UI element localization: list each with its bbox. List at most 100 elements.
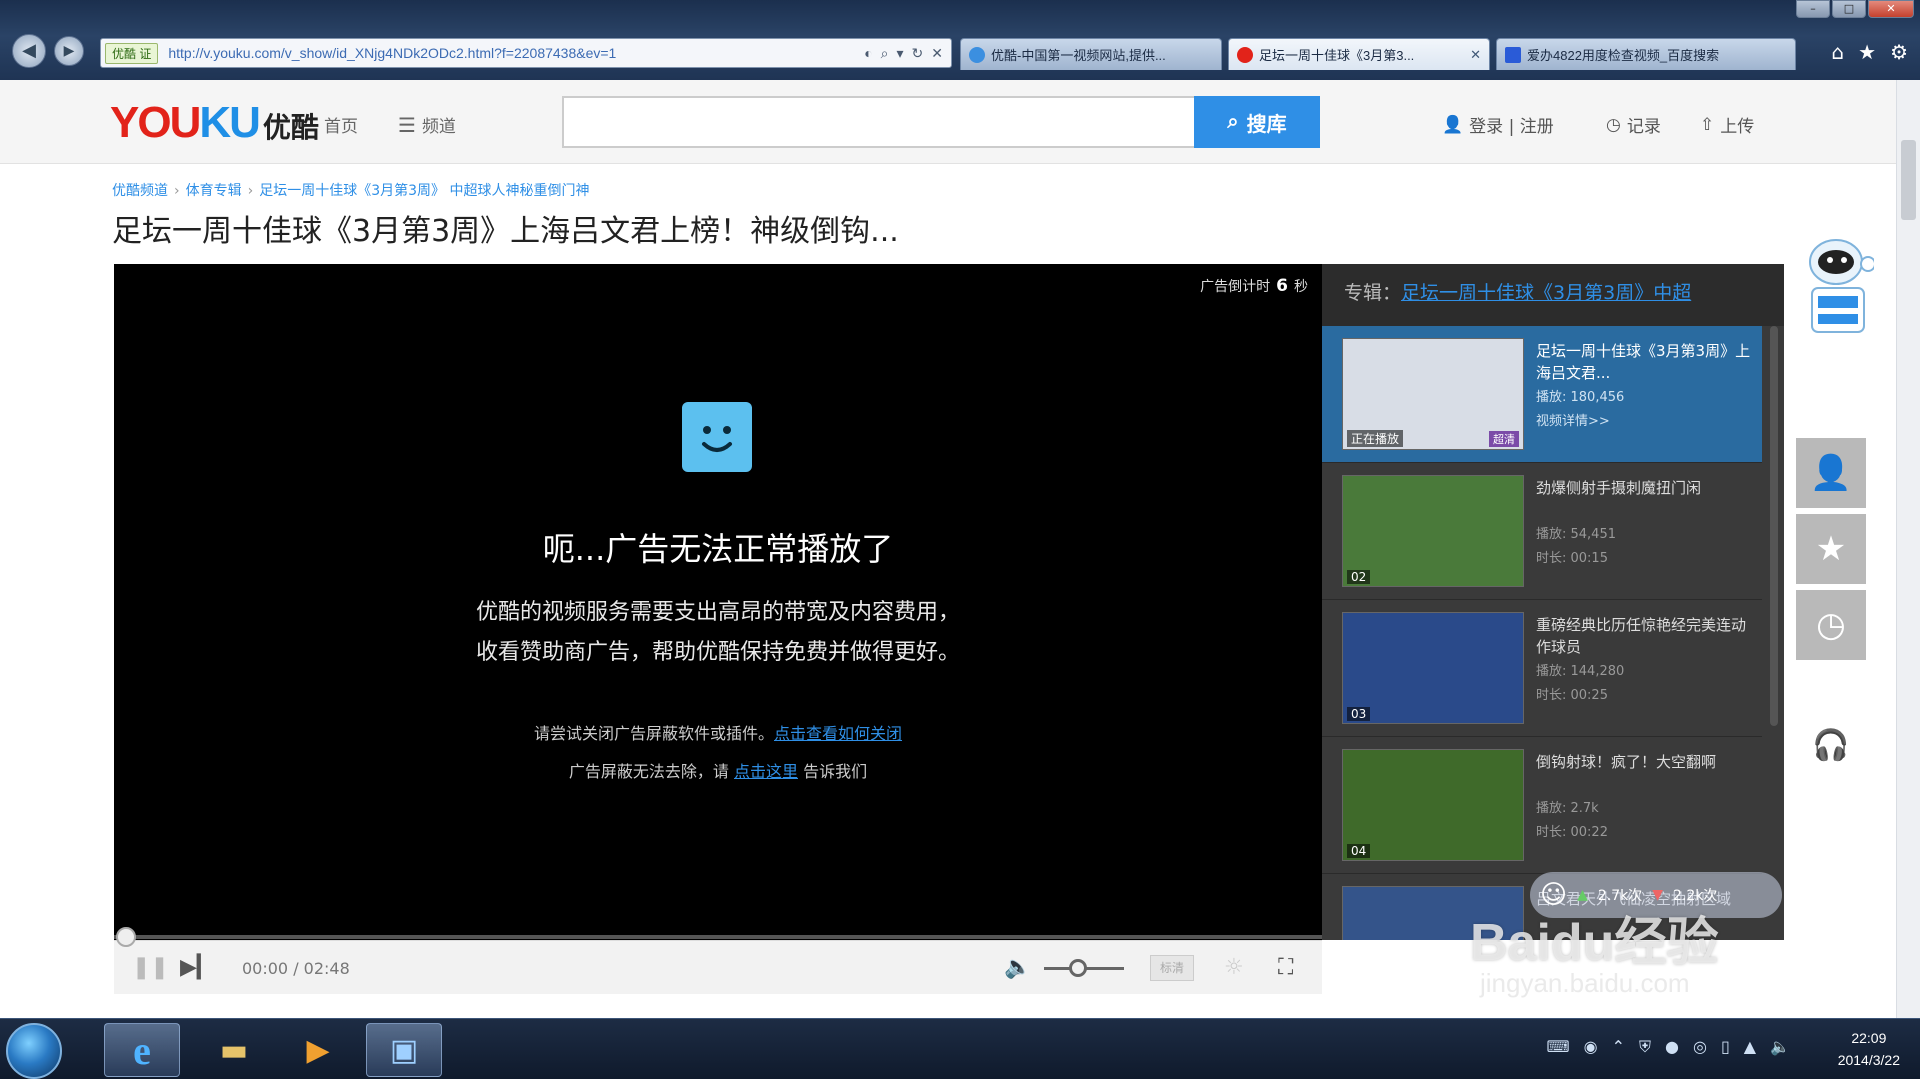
headset-icon[interactable]: 🎧 — [1812, 728, 1849, 763]
video-thumbnail[interactable]: 正在播放 超清 — [1342, 338, 1524, 450]
page-scroll-thumb[interactable] — [1901, 140, 1916, 220]
shield-icon[interactable]: ⛨ — [1639, 1037, 1651, 1057]
playlist-item-number: 02 — [1347, 570, 1371, 584]
nav-home-link[interactable]: 首页 — [324, 112, 358, 137]
tab-youku-home[interactable]: 优酷-中国第一视频网站,提供... — [960, 38, 1222, 70]
playlist-item-number: 正在播放 — [1347, 430, 1404, 447]
quality-button[interactable]: 标清 — [1150, 955, 1194, 981]
youku-logo[interactable]: YOU KU 优酷 — [110, 98, 319, 148]
watermark-sub: jingyan.baidu.com — [1480, 968, 1690, 998]
hint-2-text: 广告屏蔽无法去除，请 — [568, 762, 729, 781]
favorites-icon[interactable]: ★ — [1858, 40, 1876, 64]
nav-channels[interactable]: ☰ 频道 — [398, 112, 456, 138]
volume-slider[interactable] — [1044, 959, 1124, 977]
settings-icon[interactable]: ⚙ — [1890, 40, 1908, 64]
error-body-line-1: 优酷的视频服务需要支出高昂的带宽及内容费用， — [475, 600, 960, 625]
playlist-item-title[interactable]: 重磅经典比历任惊艳经完美连动作球员 — [1536, 614, 1756, 658]
security-badge: 优酷 证 — [105, 42, 159, 64]
ad-countdown-value: 6 — [1276, 276, 1288, 296]
ie-taskbar-icon[interactable]: e — [104, 1023, 180, 1077]
progress-knob[interactable] — [116, 927, 136, 947]
explorer-taskbar-icon[interactable]: ▬ — [196, 1023, 272, 1077]
app-tray-icon[interactable]: ◎ — [1693, 1037, 1707, 1057]
forward-button[interactable]: ▶ — [54, 36, 84, 66]
volume-icon[interactable]: 🔈 — [1004, 955, 1031, 980]
start-button[interactable] — [6, 1023, 62, 1079]
refresh-icon[interactable]: ↻ — [912, 45, 924, 62]
compat-icon[interactable]: ◐ — [864, 45, 872, 62]
nav-channels-label: 频道 — [421, 117, 456, 137]
device-icon[interactable]: ▯ — [1721, 1037, 1730, 1057]
progress-bar[interactable] — [114, 927, 1322, 947]
ad-countdown-label: 广告倒计时 — [1200, 279, 1271, 295]
close-tab-icon[interactable]: ✕ — [1462, 47, 1481, 63]
report-link[interactable]: 点击这里 — [734, 762, 798, 781]
history-clock-icon[interactable]: ◷ — [1796, 590, 1866, 660]
playlist-item[interactable]: 03 重磅经典比历任惊艳经完美连动作球员 播放: 144,280 时长: 00:25 — [1322, 600, 1762, 737]
back-button[interactable]: ◀ — [12, 34, 46, 68]
how-to-disable-link[interactable]: 点击查看如何关闭 — [774, 724, 902, 743]
video-thumbnail[interactable]: 02 — [1342, 475, 1524, 587]
fullscreen-icon[interactable]: ⛶ — [1278, 955, 1293, 980]
address-bar[interactable]: 优酷 证 http://v.youku.com/v_show/id_XNjg4N… — [100, 38, 952, 68]
playlist-item-title[interactable]: 倒钩射球！疯了！大空翻啊 — [1536, 751, 1756, 773]
page-scrollbar[interactable] — [1896, 80, 1920, 1018]
upload-link[interactable]: ⇧ 上传 — [1700, 112, 1755, 138]
login-link[interactable]: 👤 登录 | 注册 — [1442, 112, 1554, 138]
breadcrumb-item[interactable]: 足坛一周十佳球《3月第3周》 中超球人神秘重倒门神 — [259, 183, 589, 199]
playlist-item[interactable]: 02 劲爆侧射手摄刺魔扭门闲 播放: 54,451 时长: 00:15 — [1322, 463, 1762, 600]
playlist-item-duration: 时长: 00:22 — [1536, 825, 1608, 840]
network-icon[interactable]: ▲ — [1744, 1037, 1756, 1057]
url-text[interactable]: http://v.youku.com/v_show/id_XNjg4NDk2OD… — [168, 45, 864, 61]
breadcrumb-item[interactable]: 优酷频道 — [112, 183, 168, 199]
video-thumbnail[interactable]: 04 — [1342, 749, 1524, 861]
search-input[interactable] — [562, 96, 1196, 148]
time-display: 00:00 / 02:48 — [242, 959, 350, 978]
volume-knob[interactable] — [1068, 959, 1087, 977]
playlist-item-duration[interactable]: 视频详情>> — [1536, 410, 1610, 429]
next-icon[interactable]: ▶▎ — [180, 955, 214, 980]
security-icon[interactable]: ● — [1665, 1037, 1679, 1057]
system-clock[interactable]: 22:09 2014/3/22 — [1838, 1027, 1900, 1071]
breadcrumb: 优酷频道 › 体育专辑 › 足坛一周十佳球《3月第3周》 中超球人神秘重倒门神 — [112, 183, 590, 199]
playlist-item-title[interactable]: 足坛一周十佳球《3月第3周》上海吕文君... — [1536, 340, 1756, 384]
video-thumbnail[interactable]: 03 — [1342, 612, 1524, 724]
user-icon[interactable]: 👤 — [1796, 438, 1866, 508]
arrow-up-icon[interactable]: ⌃ — [1612, 1037, 1625, 1057]
baidu-tab-icon — [1505, 46, 1521, 63]
stop-icon[interactable]: ✕ — [931, 45, 943, 62]
playlist-item[interactable]: 正在播放 超清 足坛一周十佳球《3月第3周》上海吕文君... 播放: 180,456 视… — [1322, 326, 1762, 463]
lang-icon[interactable]: ◉ — [1584, 1037, 1598, 1057]
remote-desktop-taskbar-icon[interactable]: ▣ — [366, 1023, 442, 1077]
dropdown-icon[interactable]: ▾ — [897, 45, 904, 62]
playlist-item-plays: 播放: 144,280 — [1536, 664, 1625, 679]
logo-ku: KU — [199, 98, 261, 147]
video-player[interactable]: 广告倒计时 6 秒 呃...广告无法正常播放了 优酷的视频服务需要支出高昂的带宽及内… — [114, 264, 1322, 940]
keyboard-icon[interactable]: ⌨ — [1547, 1037, 1570, 1057]
breadcrumb-item[interactable]: 体育专辑 — [186, 183, 242, 199]
volume-tray-icon[interactable]: 🔈 — [1770, 1037, 1790, 1057]
pause-icon[interactable]: ❚❚ — [132, 955, 169, 980]
site-header: YOU KU 优酷 首页 ☰ 频道 ⌕ 搜库 👤 登录 | 注册 ◷ 记录 ⇧ … — [0, 80, 1896, 164]
album-link[interactable]: 足坛一周十佳球《3月第3周》中超 — [1401, 282, 1691, 304]
media-player-taskbar-icon[interactable]: ▶ — [280, 1023, 356, 1077]
close-window-button[interactable]: ✕ — [1868, 0, 1914, 18]
playlist-item-title[interactable]: 劲爆侧射手摄刺魔扭门闲 — [1536, 477, 1756, 499]
feedback-robot-icon[interactable] — [1802, 228, 1876, 338]
playlist-item[interactable]: 04 倒钩射球！疯了！大空翻啊 播放: 2.7k 时长: 00:22 — [1322, 737, 1762, 874]
light-icon[interactable]: ☼ — [1224, 955, 1244, 980]
history-link[interactable]: ◷ 记录 — [1606, 112, 1661, 138]
tab-baidu-search[interactable]: 爱办4822用度检查视频_百度搜索 — [1496, 38, 1796, 70]
home-icon[interactable]: ⌂ — [1831, 40, 1844, 64]
adblock-hint-2: 广告屏蔽无法去除，请 点击这里 告诉我们 — [114, 758, 1322, 782]
maximize-button[interactable]: □ — [1832, 0, 1866, 18]
minimize-button[interactable]: – — [1796, 0, 1830, 18]
tab-label: 足坛一周十佳球《3月第3... — [1259, 48, 1415, 63]
tab-video[interactable]: 足坛一周十佳球《3月第3... ✕ — [1228, 38, 1490, 70]
playlist-scrollbar[interactable] — [1770, 326, 1778, 726]
upload-label: 上传 — [1720, 117, 1755, 137]
search-button[interactable]: ⌕ 搜库 — [1194, 96, 1320, 148]
ad-countdown: 广告倒计时 6 秒 — [1200, 276, 1308, 296]
search-icon[interactable]: ⌕ — [881, 45, 889, 62]
favorite-icon[interactable]: ★ — [1796, 514, 1866, 584]
